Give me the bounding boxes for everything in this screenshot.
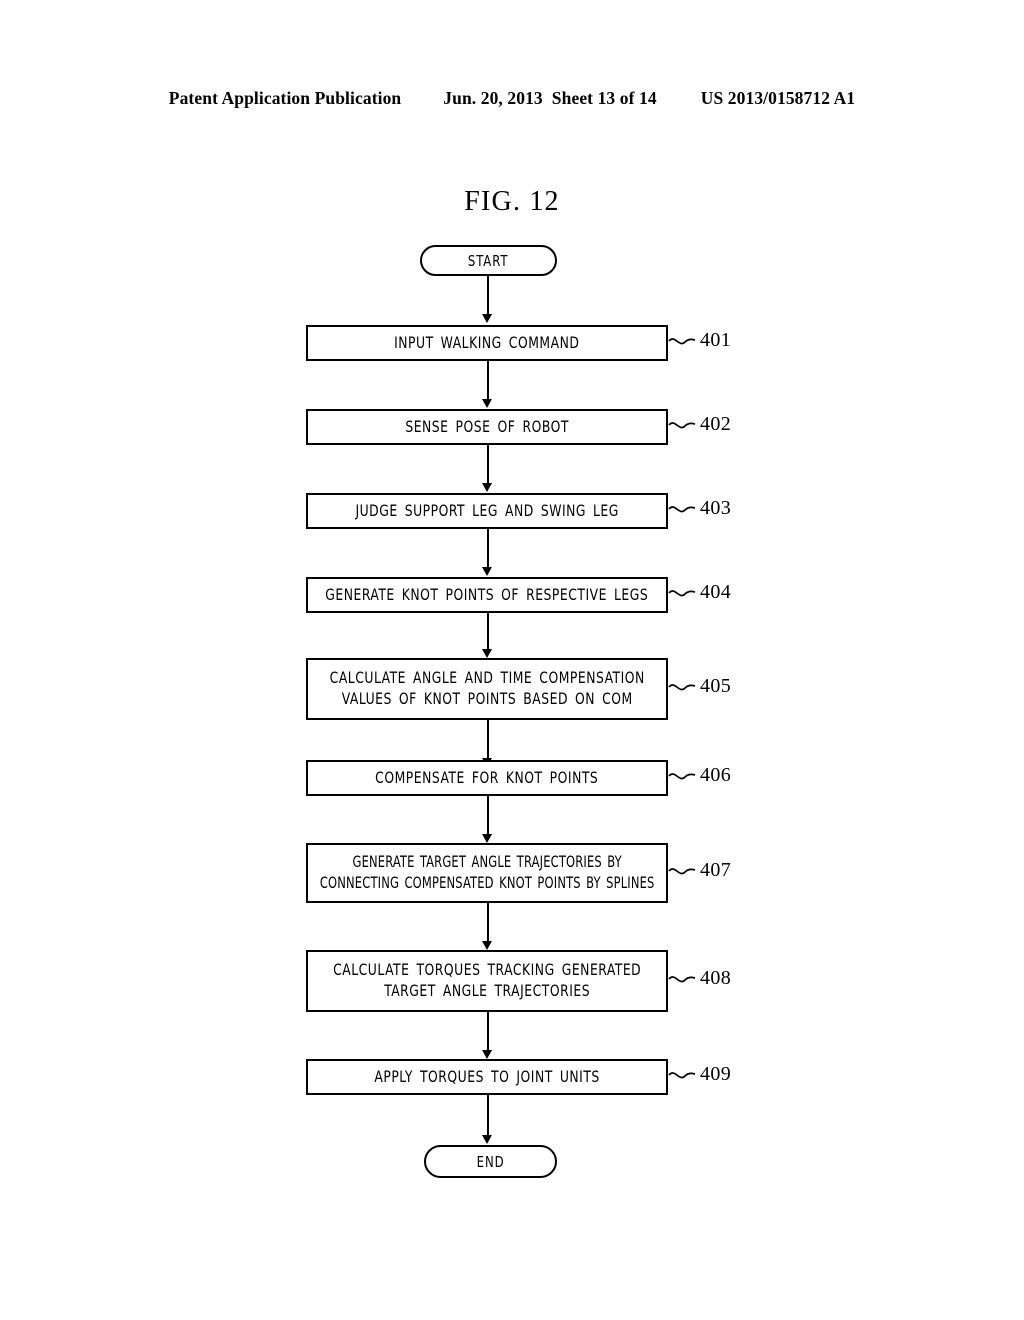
end-node-label: END (476, 1152, 505, 1171)
flowchart-step-401: INPUT WALKING COMMAND (306, 325, 668, 361)
connector-start-to-401 (487, 276, 490, 316)
reference-numeral-401: 401 (700, 329, 732, 351)
leader-line-407 (668, 866, 696, 880)
step-406-text: COMPENSATE FOR KNOT POINTS (375, 767, 599, 787)
flowchart-step-409: APPLY TORQUES TO JOINT UNITS (306, 1059, 668, 1095)
arrowhead-403-to-404 (482, 567, 492, 576)
step-404-text: GENERATE KNOT POINTS OF RESPECTIVE LEGS (325, 584, 649, 604)
flowchart-step-403: JUDGE SUPPORT LEG AND SWING LEG (306, 493, 668, 529)
flowchart-diagram: START INPUT WALKING COMMAND 401 SENSE PO… (0, 0, 1024, 1320)
start-node-label: START (468, 251, 509, 270)
connector-405-to-406 (487, 720, 490, 760)
leader-line-408 (668, 974, 696, 988)
connector-407-to-408 (487, 903, 490, 943)
arrowhead-start-to-401 (482, 314, 492, 323)
arrowhead-401-to-402 (482, 399, 492, 408)
leader-line-404 (668, 588, 696, 602)
flowchart-end-node: END (424, 1145, 557, 1178)
connector-401-to-402 (487, 361, 490, 401)
connector-409-to-end (487, 1095, 490, 1137)
arrowhead-408-to-409 (482, 1050, 492, 1059)
arrowhead-404-to-405 (482, 649, 492, 658)
step-407-text: GENERATE TARGET ANGLE TRAJECTORIES BY CO… (319, 852, 655, 892)
flowchart-step-407: GENERATE TARGET ANGLE TRAJECTORIES BY CO… (306, 843, 668, 903)
leader-line-406 (668, 771, 696, 785)
connector-408-to-409 (487, 1012, 490, 1052)
flowchart-start-node: START (420, 245, 557, 276)
reference-numeral-404: 404 (700, 581, 732, 603)
reference-numeral-409: 409 (700, 1063, 732, 1085)
flowchart-step-408: CALCULATE TORQUES TRACKING GENERATED TAR… (306, 950, 668, 1012)
reference-numeral-408: 408 (700, 967, 732, 989)
step-405-text: CALCULATE ANGLE AND TIME COMPENSATION VA… (329, 668, 645, 708)
step-403-text: JUDGE SUPPORT LEG AND SWING LEG (355, 500, 619, 520)
connector-404-to-405 (487, 613, 490, 651)
step-401-text: INPUT WALKING COMMAND (394, 332, 580, 352)
connector-403-to-404 (487, 529, 490, 569)
arrowhead-406-to-407 (482, 834, 492, 843)
flowchart-step-405: CALCULATE ANGLE AND TIME COMPENSATION VA… (306, 658, 668, 720)
flowchart-step-402: SENSE POSE OF ROBOT (306, 409, 668, 445)
leader-line-409 (668, 1070, 696, 1084)
reference-numeral-405: 405 (700, 675, 732, 697)
step-409-text: APPLY TORQUES TO JOINT UNITS (374, 1066, 600, 1086)
reference-numeral-406: 406 (700, 764, 732, 786)
connector-402-to-403 (487, 445, 490, 485)
step-402-text: SENSE POSE OF ROBOT (405, 416, 569, 436)
connector-406-to-407 (487, 796, 490, 836)
leader-line-402 (668, 420, 696, 434)
leader-line-403 (668, 504, 696, 518)
arrowhead-409-to-end (482, 1135, 492, 1144)
arrowhead-407-to-408 (482, 941, 492, 950)
leader-line-401 (668, 336, 696, 350)
flowchart-step-404: GENERATE KNOT POINTS OF RESPECTIVE LEGS (306, 577, 668, 613)
arrowhead-402-to-403 (482, 483, 492, 492)
reference-numeral-402: 402 (700, 413, 732, 435)
step-408-text: CALCULATE TORQUES TRACKING GENERATED TAR… (332, 960, 642, 1000)
reference-numeral-407: 407 (700, 859, 732, 881)
leader-line-405 (668, 682, 696, 696)
reference-numeral-403: 403 (700, 497, 732, 519)
flowchart-step-406: COMPENSATE FOR KNOT POINTS (306, 760, 668, 796)
